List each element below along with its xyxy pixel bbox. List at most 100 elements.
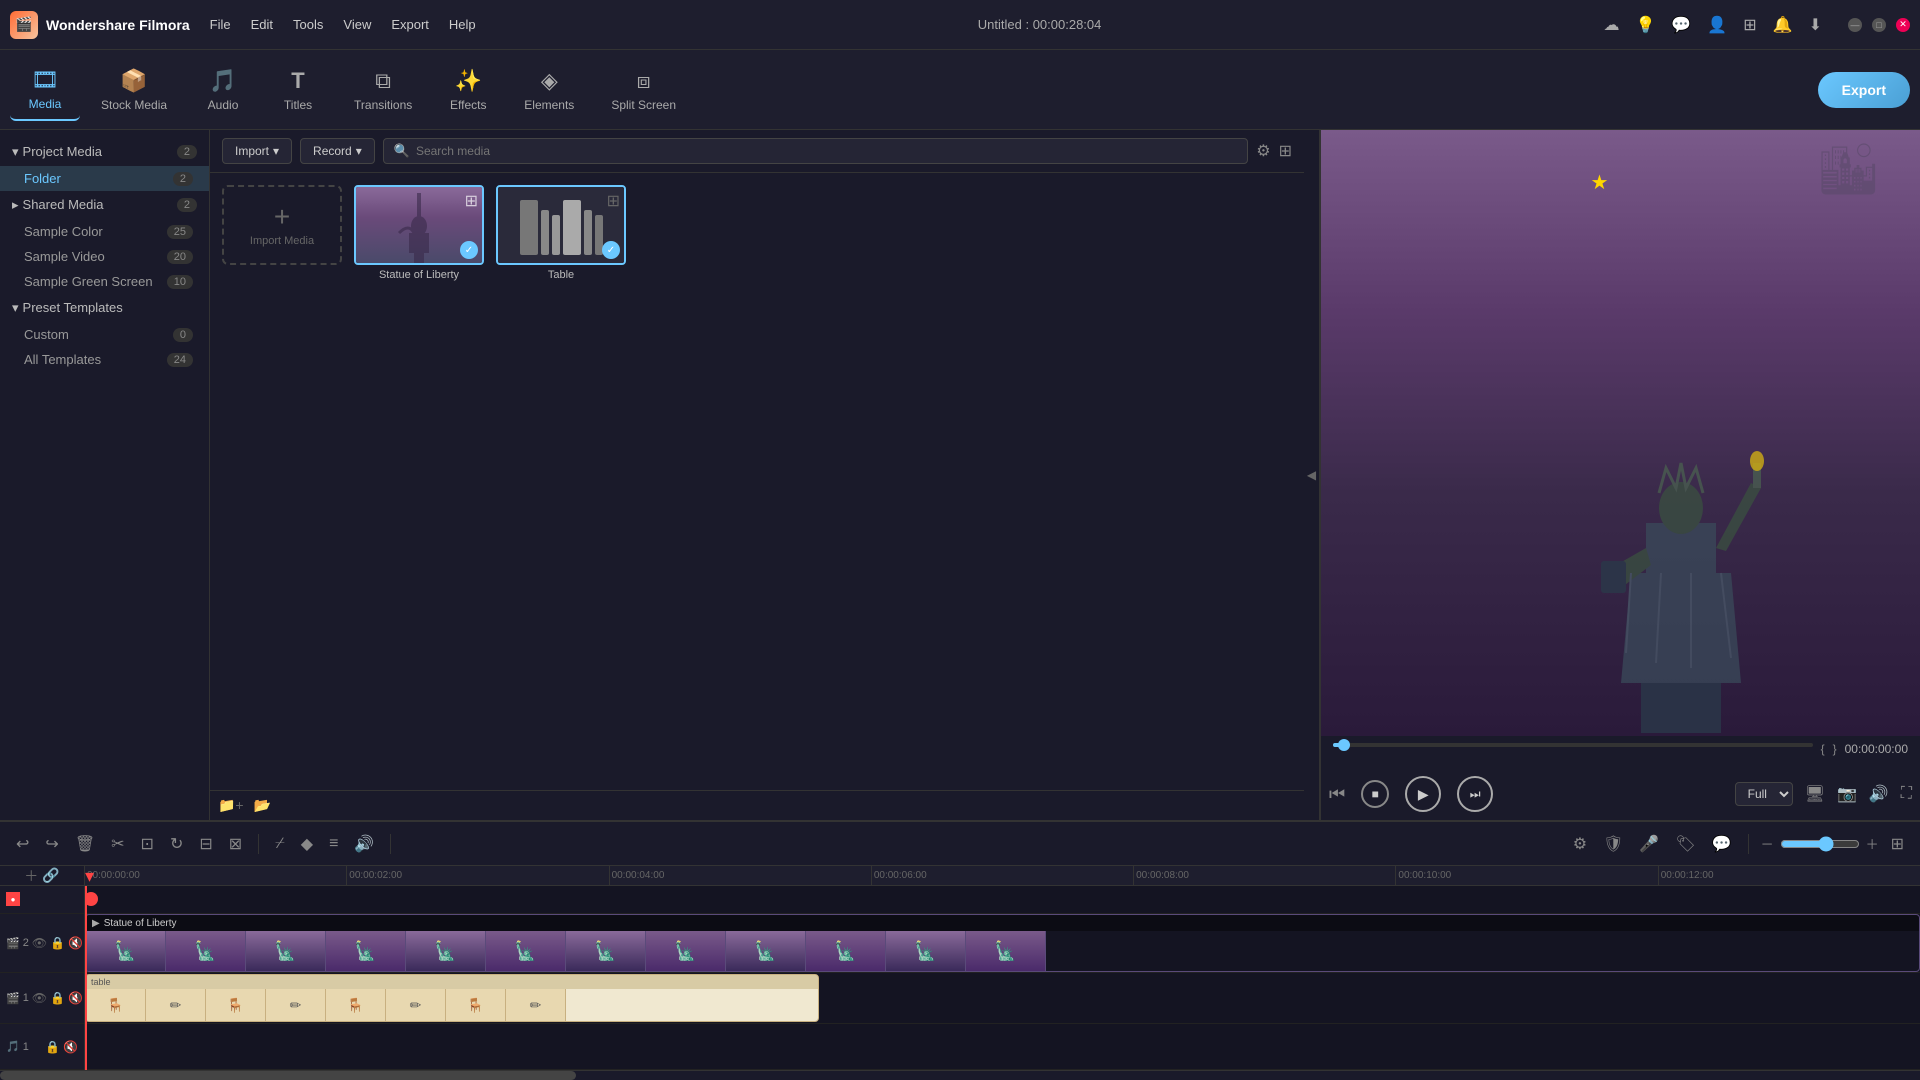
crop-button[interactable]: ⊡ xyxy=(137,830,158,858)
sample-color-count: 25 xyxy=(167,225,193,239)
grid-icon[interactable]: ⊞ xyxy=(1743,15,1756,35)
split-button[interactable]: ⌿ xyxy=(271,831,289,857)
skip-back-button[interactable]: ⏮ xyxy=(1329,784,1345,805)
sidebar-section-shared-media[interactable]: ▸Shared Media 2 xyxy=(0,191,209,219)
scrollbar-thumb[interactable] xyxy=(0,1071,576,1080)
toolbar-effects[interactable]: ✨ Effects xyxy=(433,60,503,120)
new-folder-icon[interactable]: 📂 xyxy=(254,797,271,814)
close-button[interactable]: ✕ xyxy=(1896,18,1910,32)
track-v2-eye-icon[interactable]: 👁 xyxy=(32,936,47,950)
menu-help[interactable]: Help xyxy=(449,17,476,32)
progress-handle[interactable] xyxy=(1338,739,1350,751)
playhead-circle[interactable] xyxy=(85,892,98,906)
sol-clip-header: ▶ Statue of Liberty xyxy=(86,915,1919,931)
caption-icon[interactable]: 💬 xyxy=(1708,830,1736,858)
import-button[interactable]: Import ▾ xyxy=(222,138,292,164)
menu-file[interactable]: File xyxy=(210,17,231,32)
timeline-link-icon[interactable]: 🔗 xyxy=(42,867,59,884)
import-media-placeholder[interactable]: + Import Media xyxy=(222,185,342,265)
rotate-button[interactable]: ↻ xyxy=(166,830,187,858)
sidebar-item-custom[interactable]: Custom 0 xyxy=(0,322,209,347)
cloud-icon[interactable]: ☁ xyxy=(1603,15,1619,35)
volume-icon[interactable]: 🔊 xyxy=(1869,784,1889,804)
stop-button[interactable]: ■ xyxy=(1361,780,1389,808)
progress-track[interactable] xyxy=(1333,743,1813,747)
sidebar-item-sample-color[interactable]: Sample Color 25 xyxy=(0,219,209,244)
add-folder-icon[interactable]: 📁+ xyxy=(218,797,244,814)
zoom-out-icon[interactable]: － xyxy=(1761,834,1774,853)
fast-forward-button[interactable]: ⏭ xyxy=(1457,776,1493,812)
sidebar-item-folder[interactable]: Folder 2 xyxy=(0,166,209,191)
maximize-button[interactable]: □ xyxy=(1872,18,1886,32)
bell-icon[interactable]: 🔔 xyxy=(1773,15,1793,35)
toolbar-media[interactable]: 🎞 Media xyxy=(10,59,80,121)
screenshot-icon[interactable]: 🖥 xyxy=(1805,784,1825,804)
add-track-icon[interactable]: ＋ xyxy=(24,866,38,886)
minimize-button[interactable]: — xyxy=(1848,18,1862,32)
mic-icon[interactable]: 🎤 xyxy=(1635,830,1663,858)
toolbar-stock-media[interactable]: 📦 Stock Media xyxy=(85,60,183,120)
camera-icon[interactable]: 📷 xyxy=(1837,784,1857,804)
toolbar-transitions[interactable]: ⧉ Transitions xyxy=(338,60,428,120)
record-button[interactable]: Record ▾ xyxy=(300,138,375,164)
track-v1-lock-icon[interactable]: 🔒 xyxy=(50,991,65,1005)
motion-button[interactable]: ≡ xyxy=(325,831,342,857)
fit-icon[interactable]: ⊞ xyxy=(1887,830,1908,858)
chat-icon[interactable]: 💬 xyxy=(1671,15,1691,35)
collapse-panel-button[interactable]: ◀ xyxy=(1304,130,1320,820)
track-v2-lock-icon[interactable]: 🔒 xyxy=(50,936,65,950)
play-button[interactable]: ▶ xyxy=(1405,776,1441,812)
track-v1-eye-icon[interactable]: 👁 xyxy=(32,991,47,1005)
media-item-sol[interactable]: ⊞ ✓ Statue of Liberty xyxy=(354,185,484,281)
zoom-slider[interactable] xyxy=(1780,836,1860,852)
track-v1-mute-icon[interactable]: 🔇 xyxy=(68,991,83,1005)
menu-tools[interactable]: Tools xyxy=(293,17,323,32)
bulb-icon[interactable]: 💡 xyxy=(1635,15,1655,35)
mirror-button[interactable]: ⊟ xyxy=(195,830,216,858)
track-a1-lock-icon[interactable]: 🔒 xyxy=(45,1040,60,1054)
sidebar-item-sample-video[interactable]: Sample Video 20 xyxy=(0,244,209,269)
media-item-table[interactable]: ⊞ ✓ Table xyxy=(496,185,626,281)
delete-button[interactable]: 🗑 xyxy=(71,830,99,858)
undo-button[interactable]: ↩ xyxy=(12,830,33,858)
menu-export[interactable]: Export xyxy=(391,17,429,32)
window-controls: — □ ✕ xyxy=(1848,18,1910,32)
clip-frame-4: 🗽 xyxy=(326,931,406,971)
redo-button[interactable]: ↪ xyxy=(41,830,62,858)
filter-icon[interactable]: ⚙ xyxy=(1256,141,1270,161)
zoom-in-icon[interactable]: ＋ xyxy=(1866,834,1879,853)
toolbar-split-screen[interactable]: ⧈ Split Screen xyxy=(595,60,692,120)
toolbar-titles[interactable]: T Titles xyxy=(263,60,333,120)
toolbar-elements[interactable]: ◈ Elements xyxy=(508,60,590,120)
toolbar-audio[interactable]: 🎵 Audio xyxy=(188,60,258,120)
sidebar-section-shared-media-label: ▸Shared Media xyxy=(12,197,103,213)
timeline-scrollbar[interactable] xyxy=(0,1070,1920,1080)
sample-video-count: 20 xyxy=(167,250,193,264)
settings-icon[interactable]: ⚙ xyxy=(1569,830,1591,858)
sidebar-section-project-media[interactable]: ▾Project Media 2 xyxy=(0,138,209,166)
sidebar-item-all-templates[interactable]: All Templates 24 xyxy=(0,347,209,372)
menu-edit[interactable]: Edit xyxy=(251,17,273,32)
track-v2-mute-icon[interactable]: 🔇 xyxy=(68,936,83,950)
search-input[interactable] xyxy=(416,144,1237,158)
sidebar-section-preset-templates[interactable]: ▾Preset Templates xyxy=(0,294,209,322)
quality-select[interactable]: Full 1/2 1/4 xyxy=(1735,782,1793,806)
export-button[interactable]: Export xyxy=(1818,72,1910,108)
download-icon[interactable]: ⬇ xyxy=(1809,15,1822,35)
audio-button[interactable]: 🔊 xyxy=(350,830,378,858)
sidebar: ▾Project Media 2 Folder 2 ▸Shared Media … xyxy=(0,130,210,820)
all-templates-count: 24 xyxy=(167,353,193,367)
keyframe-button[interactable]: ◆ xyxy=(297,830,317,858)
sol-clip[interactable]: ▶ Statue of Liberty 🗽 🗽 🗽 🗽 🗽 🗽 🗽 xyxy=(85,914,1920,972)
track-a1-mute-icon[interactable]: 🔇 xyxy=(63,1040,78,1054)
user-icon[interactable]: 👤 xyxy=(1707,15,1727,35)
fullscreen-icon[interactable]: ⛶ xyxy=(1901,785,1912,803)
sidebar-item-sample-green-screen[interactable]: Sample Green Screen 10 xyxy=(0,269,209,294)
cut-button[interactable]: ✂ xyxy=(107,830,128,858)
grid-view-icon[interactable]: ⊞ xyxy=(1279,141,1292,161)
table-clip[interactable]: table 🪑 ✏ 🪑 ✏ 🪑 ✏ 🪑 ✏ xyxy=(85,974,819,1022)
menu-view[interactable]: View xyxy=(343,17,371,32)
sticker-icon[interactable]: 🏷 xyxy=(1671,830,1699,858)
trim-button[interactable]: ⊠ xyxy=(225,830,246,858)
shield-icon[interactable]: 🛡 xyxy=(1599,830,1627,858)
